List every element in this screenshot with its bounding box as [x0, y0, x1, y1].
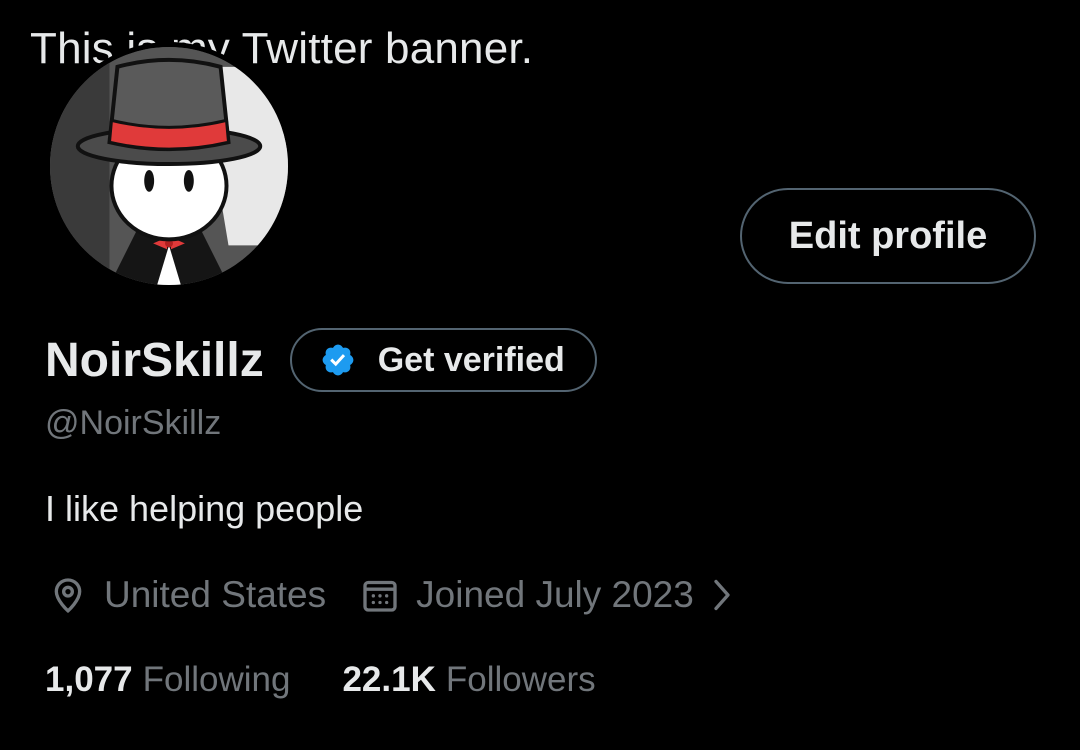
profile-meta-row: United States Joined July 2023 [48, 574, 736, 616]
chevron-right-icon [714, 579, 730, 611]
display-name: NoirSkillz [45, 333, 264, 387]
get-verified-button[interactable]: Get verified [289, 328, 597, 392]
followers-link[interactable]: 22.1K Followers [342, 660, 595, 700]
bio-text: I like helping people [45, 488, 364, 529]
avatar-image [50, 47, 288, 285]
joined-item[interactable]: Joined July 2023 [360, 574, 736, 616]
follow-stats: 1,077 Following 22.1K Followers [45, 660, 596, 700]
location-text: United States [104, 574, 327, 615]
joined-date-text: Joined July 2023 [416, 574, 694, 615]
avatar-character-illustration [50, 47, 288, 285]
location-item: United States [48, 574, 326, 616]
followers-label: Followers [445, 660, 596, 699]
get-verified-label: Get verified [377, 340, 565, 379]
following-label: Following [142, 660, 291, 699]
followers-count: 22.1K [342, 660, 436, 699]
username-handle: @NoirSkillz [45, 404, 222, 442]
following-count: 1,077 [45, 660, 133, 699]
following-link[interactable]: 1,077 Following [45, 660, 290, 700]
calendar-icon [363, 580, 397, 612]
location-pin-icon [54, 578, 82, 614]
avatar[interactable] [45, 42, 293, 290]
verified-badge-icon [322, 344, 354, 376]
profile-page: This is my Twitter banner. Edit profile [0, 0, 1080, 750]
name-row: NoirSkillz Get verified [45, 328, 597, 392]
edit-profile-button[interactable]: Edit profile [740, 188, 1036, 284]
